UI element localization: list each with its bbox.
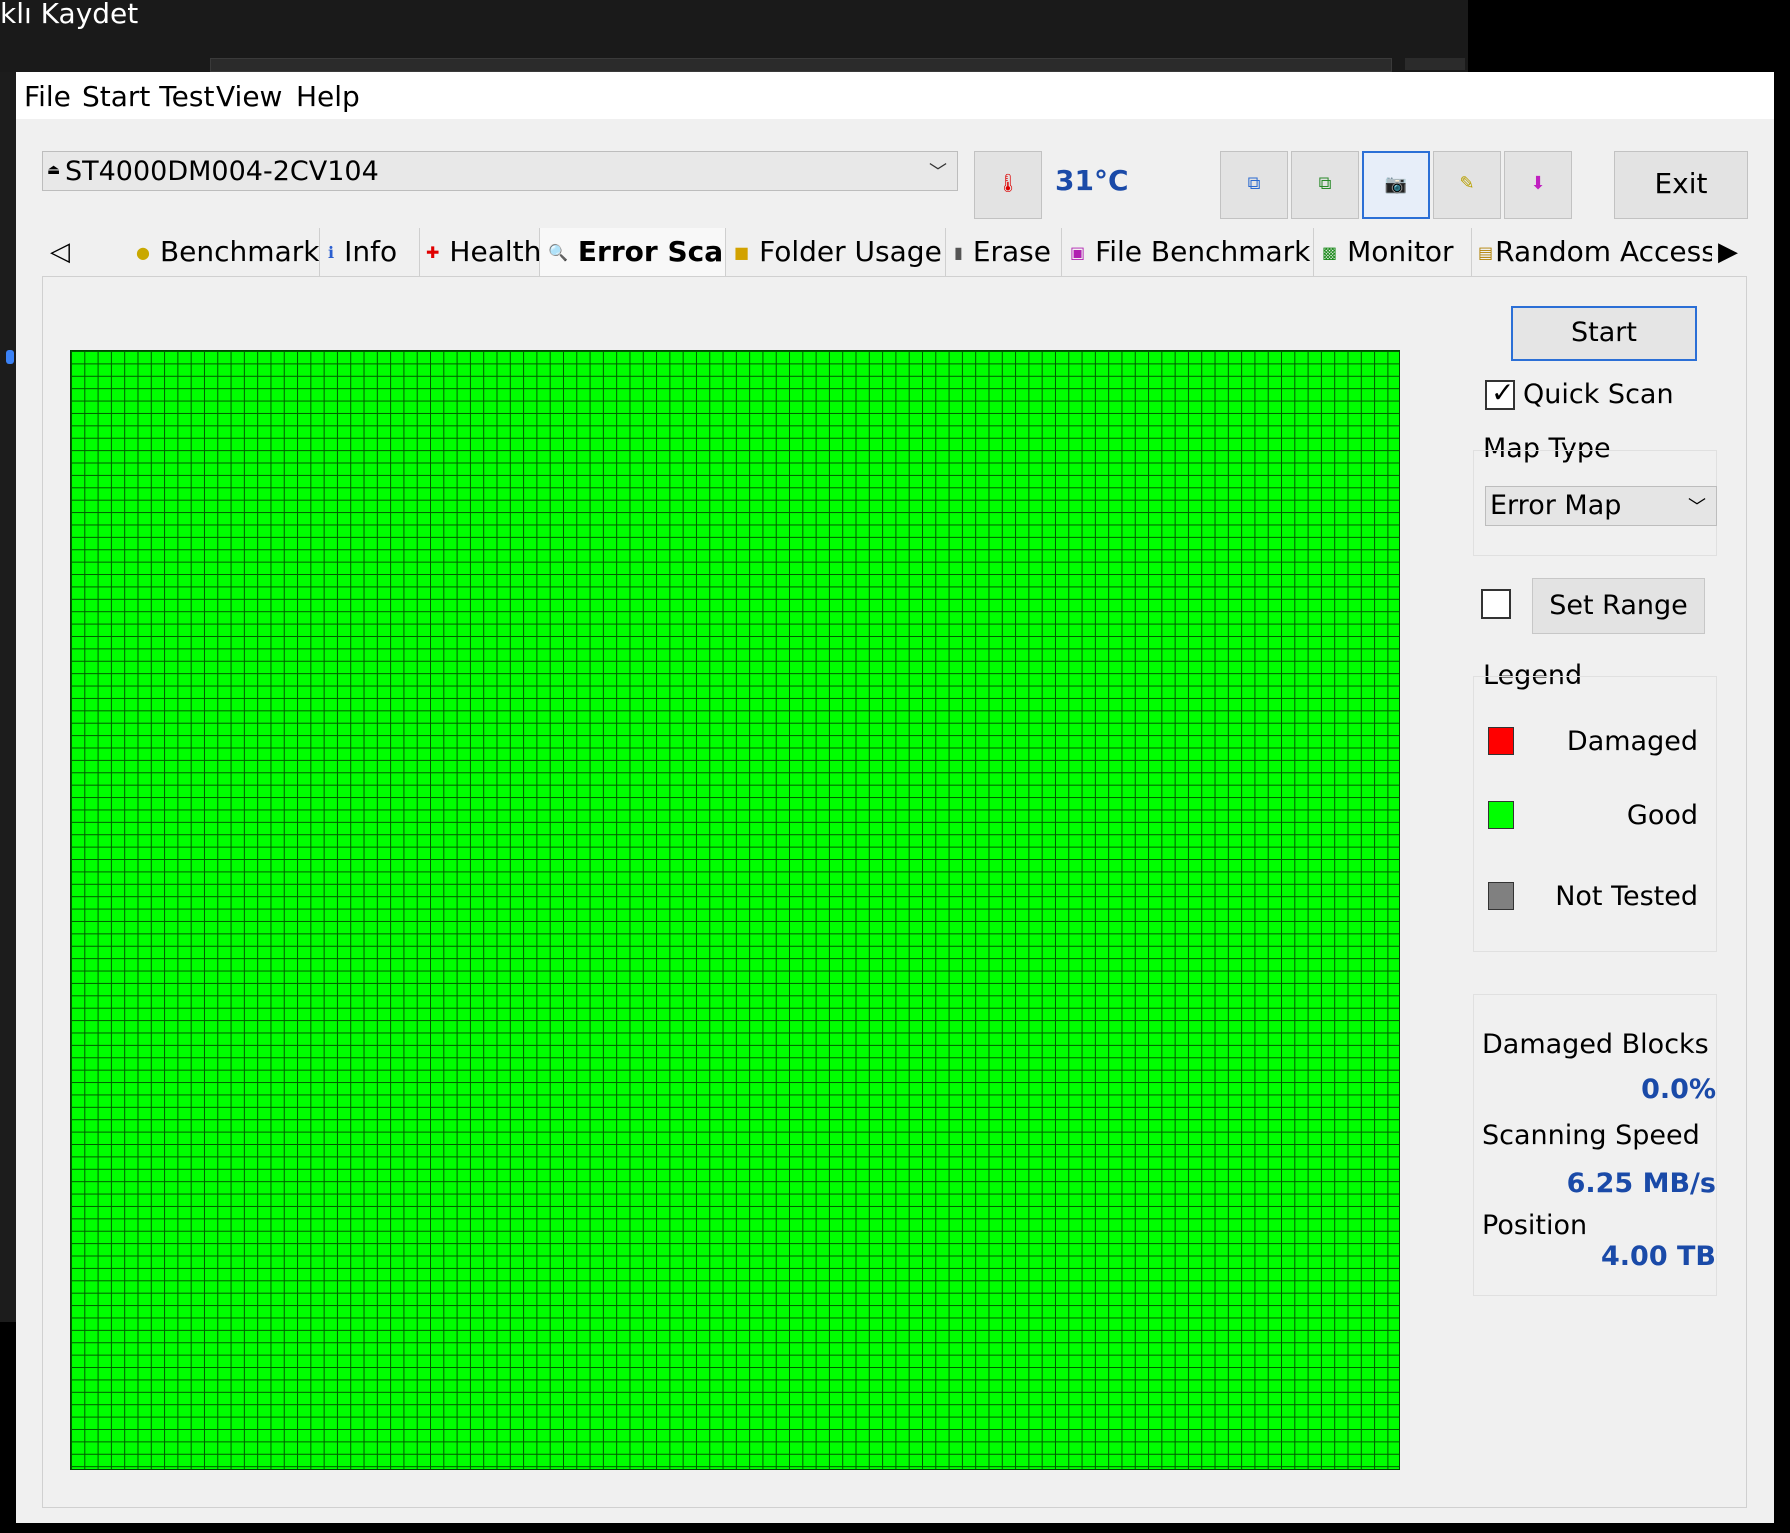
drive-icon: ⏏: [47, 162, 61, 178]
background-window-title: klı Kaydet: [0, 0, 139, 30]
random-access-icon: ▤: [1478, 243, 1494, 262]
damaged-blocks-value: 0.0%: [1641, 1074, 1716, 1105]
tab-file-benchmark[interactable]: ▣ File Benchmark: [1062, 228, 1314, 276]
background-indicator: [6, 350, 14, 364]
checkmark-icon: ✓: [1491, 376, 1515, 409]
drive-select-value: ST4000DM004-2CV104: [65, 156, 379, 187]
exit-button[interactable]: Exit: [1614, 151, 1748, 219]
background-bar-segment: [1405, 58, 1465, 70]
download-icon: ⬇: [1530, 173, 1546, 194]
temperature-value: 31°C: [1055, 164, 1129, 197]
scanning-speed-value: 6.25 MB/s: [1566, 1168, 1716, 1199]
info-icon: ℹ: [328, 243, 335, 262]
legend-damaged-swatch: [1488, 727, 1514, 755]
scanning-speed-label: Scanning Speed: [1482, 1120, 1700, 1151]
copy-image-button[interactable]: ⧉: [1291, 151, 1359, 219]
map-type-select[interactable]: Error Map ﹀: [1485, 486, 1717, 526]
benchmark-icon: ●: [136, 243, 150, 262]
menu-help[interactable]: Help: [296, 80, 360, 113]
magnifier-icon: 🔍: [548, 243, 568, 262]
tab-scroll-left-icon[interactable]: ◁: [50, 228, 70, 276]
tab-health[interactable]: ✚ Health: [420, 228, 540, 276]
trash-icon: ▮: [954, 243, 963, 262]
monitor-icon: ▩: [1322, 243, 1338, 262]
tab-info-label: Info: [344, 235, 398, 268]
tab-monitor[interactable]: ▩ Monitor: [1314, 228, 1472, 276]
tab-folder-usage[interactable]: ■ Folder Usage: [726, 228, 946, 276]
background-sidebar: [0, 72, 16, 1322]
tab-error-scan[interactable]: 🔍 Error Scan: [540, 228, 726, 278]
temperature-button[interactable]: 🌡: [974, 151, 1042, 219]
legend-not-tested-label: Not Tested: [1555, 881, 1698, 912]
error-map-grid: [70, 350, 1400, 1470]
tab-health-label: Health: [449, 235, 540, 268]
background-address-bar: [210, 58, 1392, 72]
set-range-button[interactable]: Set Range: [1532, 578, 1705, 634]
menu-view[interactable]: View: [216, 80, 282, 113]
copy-icon: ⧉: [1247, 173, 1261, 194]
health-cross-icon: ✚: [426, 243, 440, 262]
tab-random-access[interactable]: ▤Random Access: [1472, 228, 1712, 276]
legend-good-label: Good: [1626, 800, 1698, 831]
screenshot-button[interactable]: 📷: [1362, 151, 1430, 219]
legend-damaged-label: Damaged: [1566, 726, 1698, 757]
chevron-down-icon: ﹀: [929, 162, 947, 183]
tab-monitor-label: Monitor: [1347, 235, 1454, 268]
menu-bar: File Start Test View Help: [16, 72, 1774, 119]
set-range-checkbox[interactable]: [1481, 589, 1511, 619]
position-label: Position: [1482, 1210, 1588, 1241]
file-benchmark-icon: ▣: [1070, 243, 1086, 262]
map-type-value: Error Map: [1490, 490, 1622, 521]
tab-file-benchmark-label: File Benchmark: [1095, 235, 1311, 268]
position-value: 4.00 TB: [1600, 1241, 1716, 1272]
tab-erase[interactable]: ▮ Erase: [946, 228, 1062, 276]
tab-benchmark[interactable]: ● Benchmark: [118, 228, 320, 276]
tab-random-access-label: Random Access: [1495, 235, 1712, 268]
legend-not-tested-swatch: [1488, 882, 1514, 910]
tab-benchmark-label: Benchmark: [159, 235, 320, 268]
damaged-blocks-label: Damaged Blocks: [1482, 1029, 1709, 1060]
copy-image-icon: ⧉: [1318, 173, 1332, 194]
wrench-icon: ✎: [1459, 173, 1475, 194]
tab-error-scan-label: Error Scan: [577, 235, 725, 268]
tab-erase-label: Erase: [972, 235, 1051, 268]
tab-folder-usage-label: Folder Usage: [759, 235, 942, 268]
quick-scan-checkbox[interactable]: ✓: [1485, 376, 1515, 410]
start-button[interactable]: Start: [1511, 306, 1697, 361]
copy-text-button[interactable]: ⧉: [1220, 151, 1288, 219]
tab-scroll-right-icon[interactable]: ▶: [1718, 228, 1738, 276]
camera-icon: 📷: [1384, 174, 1408, 195]
tab-info[interactable]: ℹ Info: [320, 228, 420, 276]
tab-bar: ◁ ● Benchmark ℹ Info ✚ Health 🔍 Error Scan ■…: [42, 228, 1746, 278]
menu-start-test[interactable]: Start Test: [82, 80, 214, 113]
drive-select[interactable]: ⏏ ST4000DM004-2CV104 ﹀: [42, 151, 958, 191]
legend-good-swatch: [1488, 801, 1514, 829]
download-button[interactable]: ⬇: [1504, 151, 1572, 219]
options-button[interactable]: ✎: [1433, 151, 1501, 219]
chevron-down-icon: ﹀: [1688, 497, 1706, 518]
thermometer-icon: 🌡: [996, 173, 1020, 194]
folder-icon: ■: [734, 243, 750, 262]
menu-file[interactable]: File: [24, 80, 71, 113]
quick-scan-label: Quick Scan: [1523, 379, 1674, 410]
